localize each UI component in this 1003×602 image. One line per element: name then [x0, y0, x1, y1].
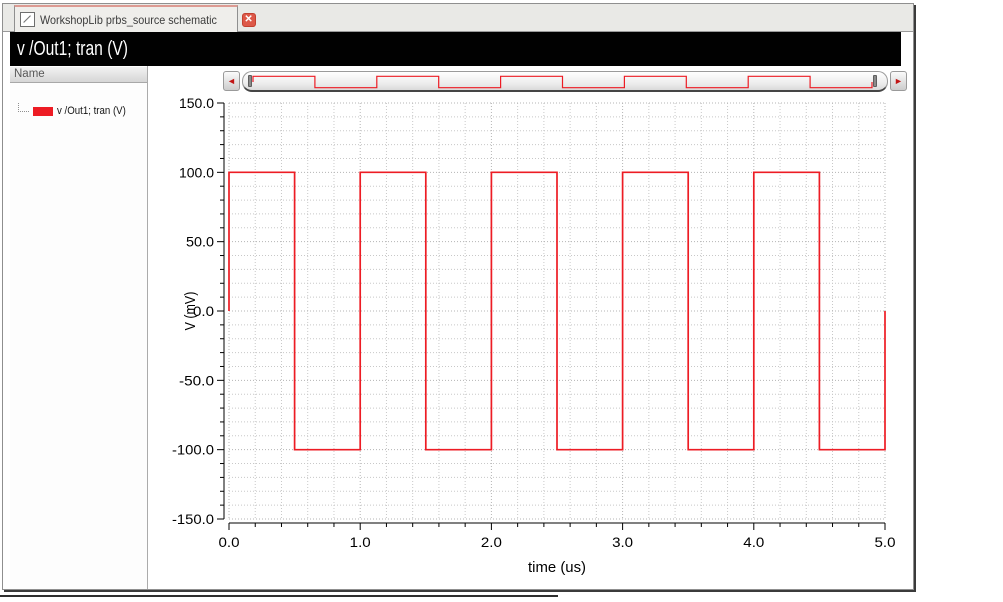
svg-text:100.0: 100.0	[179, 164, 214, 180]
svg-text:0.0: 0.0	[219, 534, 240, 550]
tick-labels: -150.0-100.0-50.00.050.0100.0150.00.0 1.0…	[172, 95, 896, 576]
svg-text:-150.0: -150.0	[172, 511, 214, 527]
name-column-header: Name	[10, 66, 147, 83]
tab-title: WorkshopLib prbs_source schematic	[40, 12, 217, 27]
svg-text:5.0: 5.0	[875, 534, 896, 550]
svg-text:150.0: 150.0	[179, 95, 214, 111]
signal-header-bar: v /Out1; tran (V)	[10, 32, 901, 66]
waveform-viewer-window: WorkshopLib prbs_source schematic ✕ v /O…	[2, 3, 914, 590]
axes	[217, 102, 886, 530]
tab-close-button[interactable]: ✕	[241, 12, 256, 27]
overview-mini-waveform	[252, 75, 873, 89]
content-area: Name v /Out1; tran (V) -150.0 -100.0 -50.0…	[3, 66, 913, 589]
waveform-window-icon	[20, 12, 35, 27]
svg-text:50.0: 50.0	[186, 234, 214, 250]
signal-title: v /Out1; tran (V)	[17, 37, 128, 60]
tab-workshoplib-prbs-source[interactable]: WorkshopLib prbs_source schematic ✕	[14, 5, 256, 32]
trace-color-swatch	[33, 106, 53, 116]
plot-area[interactable]: -150.0-100.0-50.00.050.0100.0150.00.0 1.0…	[149, 66, 913, 589]
svg-text:-100.0: -100.0	[172, 442, 214, 458]
triangle-left-icon: ◄	[227, 76, 236, 86]
svg-text:4.0: 4.0	[743, 534, 764, 550]
legend-item-vout1[interactable]: v /Out1; tran (V)	[18, 102, 147, 117]
tab-bar: WorkshopLib prbs_source schematic ✕	[3, 4, 913, 32]
overview-left-grip[interactable]	[248, 75, 252, 87]
signal-sidebar: Name v /Out1; tran (V)	[10, 66, 148, 589]
mini-trace	[252, 75, 873, 89]
legend-label: v /Out1; tran (V)	[57, 105, 126, 117]
outer-frame-edge	[0, 595, 558, 597]
svg-text:2.0: 2.0	[481, 534, 502, 550]
overview-scroll-left-button[interactable]: ◄	[223, 71, 240, 91]
trace-vout1[interactable]	[228, 171, 886, 451]
svg-text:-50.0: -50.0	[179, 372, 214, 388]
svg-text:1.0: 1.0	[350, 534, 371, 550]
overview-right-grip[interactable]	[873, 75, 877, 87]
overview-scrollbar[interactable]	[242, 71, 888, 92]
overview-scroll-right-button[interactable]: ►	[890, 71, 907, 91]
svg-text:3.0: 3.0	[612, 534, 633, 550]
y-axis-label: V (mV)	[182, 292, 199, 331]
tree-branch-icon	[18, 102, 29, 112]
plot-panel: -150.0 -100.0 -50.0 0.0 50.0 100.0 150.0 0.0 1.0…	[149, 66, 913, 589]
triangle-right-icon: ►	[894, 76, 903, 86]
x-axis-label: time (us)	[528, 559, 586, 576]
